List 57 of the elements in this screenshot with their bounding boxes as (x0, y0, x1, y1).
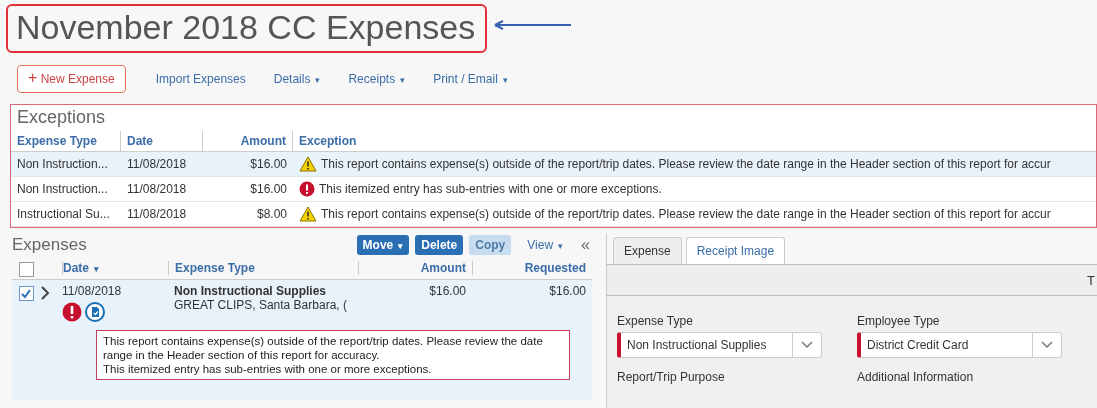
table-cell-text: Non Instruction... (16, 157, 109, 171)
exception-message: This report contains expense(s) outside of the report/trip dates. Please review the date range in the Header section of this report for accur (321, 207, 1051, 221)
table-cell-text: $16.00 (249, 157, 288, 171)
header-text: T (1087, 272, 1096, 288)
action-button[interactable]: Move ▾ (356, 235, 410, 255)
collapse-button[interactable]: « (579, 236, 592, 254)
table-cell-text: $8.00 (255, 207, 288, 221)
exception-message: This itemized entry has sub-entries with one or more exceptions. (319, 182, 662, 196)
error-icon (62, 302, 82, 322)
column-header[interactable]: Expense Type (168, 261, 358, 275)
exceptions-title: Exceptions (16, 106, 107, 129)
column-header[interactable]: Amount (358, 261, 472, 275)
select-all-checkbox[interactable] (18, 261, 34, 277)
field-label: Additional Information (857, 370, 975, 384)
table-cell-text: Instructional Su... (16, 207, 111, 221)
field-label: Employee Type (857, 314, 941, 328)
tab[interactable]: Receipt Image (685, 237, 786, 264)
table-cell-text: 11/08/2018 (126, 207, 188, 221)
merchant-name: GREAT CLIPS, Santa Barbara, ( (174, 298, 348, 312)
column-header[interactable]: Requested (472, 261, 592, 275)
requested-cell-text: $16.00 (548, 284, 587, 298)
warning-icon (299, 206, 317, 222)
toolbar-menu-button[interactable]: Receipts ▾ (338, 68, 416, 90)
new-expense-button[interactable]: + New Expense (17, 65, 126, 93)
row-checkbox[interactable] (18, 286, 34, 301)
table-cell-text: Non Instruction... (16, 182, 109, 196)
report-title: November 2018 CC Expenses (6, 4, 488, 53)
column-header[interactable]: Date (121, 131, 203, 151)
column-header[interactable]: Amount (203, 131, 293, 151)
receipt-icon (85, 302, 105, 322)
dropdown-field[interactable]: District Credit Card (857, 332, 1062, 358)
toolbar-menu-button[interactable]: Details ▾ (263, 68, 331, 90)
exception-message: This report contains expense(s) outside of the report/trip dates. Please review the date range in the Header section of this report for accuracy. (103, 334, 544, 362)
field-label: Report/Trip Purpose (617, 370, 726, 384)
dropdown-field[interactable]: Non Instructional Supplies (617, 332, 822, 358)
amount-cell-text: $16.00 (428, 284, 467, 298)
column-header[interactable]: Exception (293, 131, 1096, 151)
expense-row[interactable] (12, 280, 592, 400)
table-cell-text: 11/08/2018 (126, 157, 188, 171)
exception-message: This report contains expense(s) outside of the report/trip dates. Please review the date range in the Header section of this report for accur (321, 157, 1051, 171)
toolbar-menu-button[interactable]: Import Expenses (145, 68, 256, 90)
error-icon (299, 181, 315, 197)
warning-icon (299, 156, 317, 172)
exception-message: This itemized entry has sub-entries with one or more exceptions. (103, 362, 433, 376)
table-cell-text: $16.00 (249, 182, 288, 196)
view-menu-button[interactable]: View ▾ (517, 234, 574, 256)
action-button[interactable]: Delete (415, 235, 464, 255)
column-header[interactable]: Date ▾ (62, 261, 168, 275)
tab[interactable]: Expense (613, 237, 682, 264)
expenses-title: Expenses (12, 235, 87, 255)
expand-chevron-icon[interactable] (40, 286, 50, 300)
toolbar-menu-button[interactable]: Print / Email ▾ (423, 68, 518, 90)
expense-type: Non Instructional Supplies (174, 284, 327, 298)
field-label: Expense Type (617, 314, 694, 328)
column-header[interactable]: Expense Type (11, 131, 121, 151)
table-cell-text: 11/08/2018 (126, 182, 188, 196)
expense-date: 11/08/2018 (62, 284, 123, 298)
